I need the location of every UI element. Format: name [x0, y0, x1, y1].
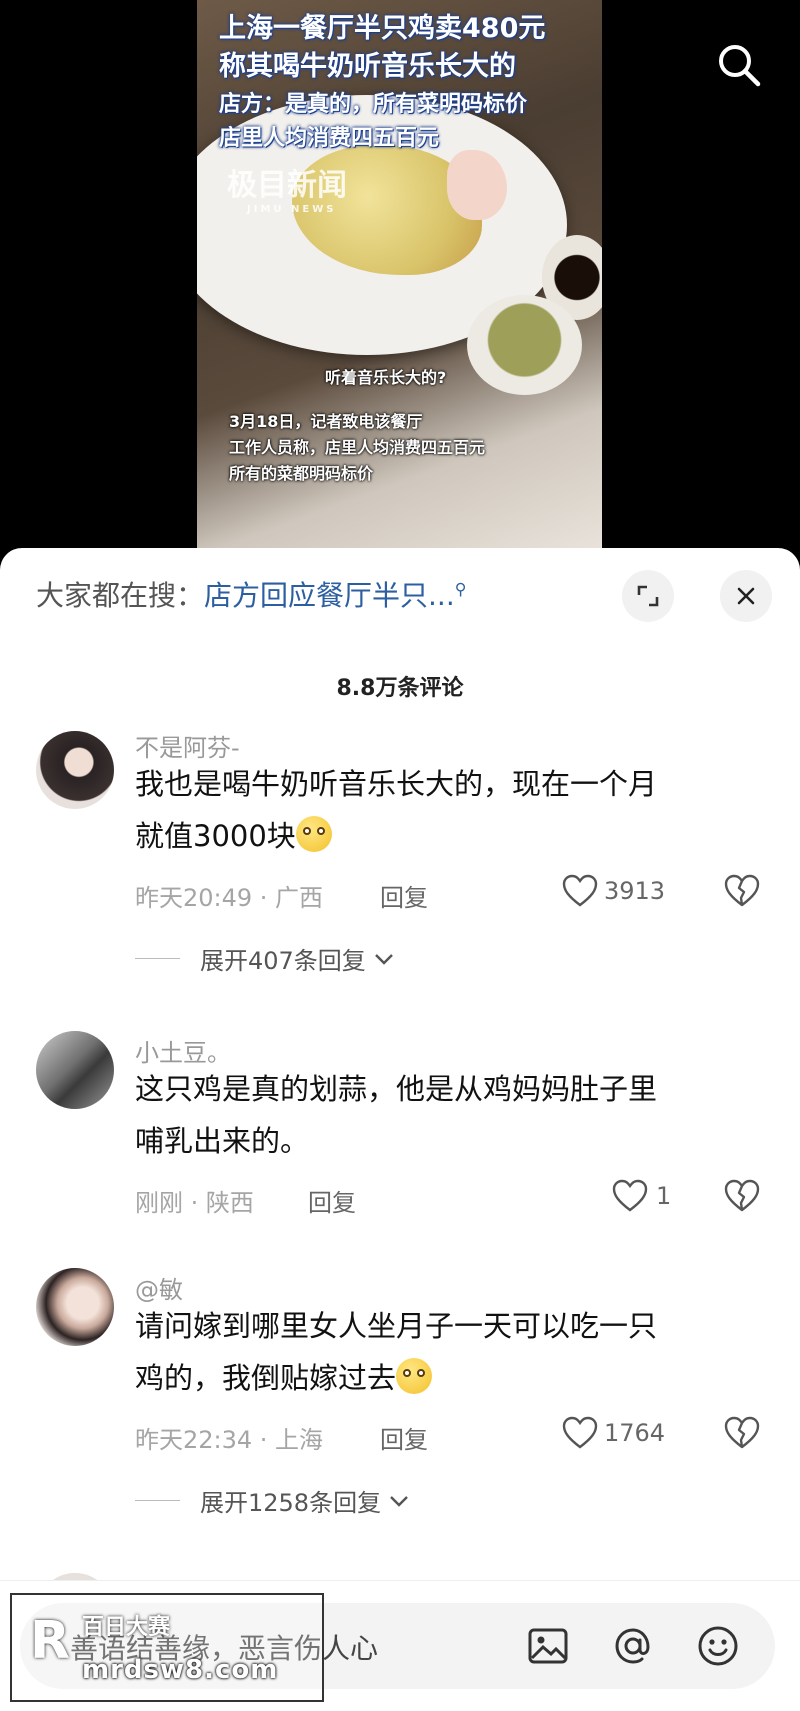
broken-heart-icon: [724, 1416, 760, 1449]
hot-search-query[interactable]: 店方回应餐厅半只...: [204, 579, 455, 612]
site-watermark-title: 百日大赛: [82, 1615, 171, 1640]
sauce-dish-green: [467, 295, 582, 395]
hot-search-prefix: 大家都在搜：: [36, 579, 205, 612]
divider-line: [135, 1500, 180, 1501]
expand-icon: [637, 585, 659, 607]
site-watermark-url: mrdsw8.com: [82, 1655, 279, 1685]
emoji-icon[interactable]: [695, 1623, 741, 1669]
dislike-button[interactable]: [724, 1416, 760, 1454]
dislike-button[interactable]: [724, 1179, 760, 1217]
chevron-down-icon: [390, 1495, 408, 1507]
broken-heart-icon: [724, 874, 760, 907]
avatar[interactable]: [36, 1031, 114, 1109]
at-icon[interactable]: [610, 1623, 656, 1669]
comment-text-line: 就值3000块: [135, 819, 296, 853]
reply-button[interactable]: 回复: [380, 1420, 428, 1455]
comment-text: 请问嫁到哪里女人坐月子一天可以吃一只 鸡的，我倒贴嫁过去: [135, 1300, 755, 1404]
expand-replies-button[interactable]: 展开407条回复: [135, 941, 396, 976]
like-button[interactable]: 1764: [562, 1416, 665, 1450]
flushed-emoji-icon: [396, 1358, 433, 1394]
comment-text-line: 哺乳出来的。: [135, 1124, 310, 1158]
close-icon: [737, 587, 755, 605]
video-subline-2: 店里人均消费四五百元: [219, 126, 440, 151]
comment-text-line: 鸡的，我倒贴嫁过去: [135, 1361, 397, 1395]
comment-text-line: 这只鸡是真的划蒜，他是从鸡妈妈肚子里: [135, 1072, 658, 1106]
jimu-news-watermark: 极目新闻 JIMU NEWS: [227, 160, 347, 215]
heart-icon: [562, 1416, 598, 1449]
like-button[interactable]: 1: [612, 1179, 671, 1213]
expand-button[interactable]: [622, 570, 674, 622]
reply-button[interactable]: 回复: [308, 1183, 356, 1218]
heart-icon: [612, 1179, 648, 1212]
comment-text: 我也是喝牛奶听音乐长大的，现在一个月 就值3000块: [135, 758, 755, 862]
close-button[interactable]: [720, 570, 772, 622]
smile-emoji-icon: [295, 816, 332, 852]
comment-text: 这只鸡是真的划蒜，他是从鸡妈妈肚子里 哺乳出来的。: [135, 1063, 755, 1167]
site-watermark-logo: R: [30, 1611, 71, 1671]
video-caption-1: 3月18日，记者致电该餐厅: [229, 412, 423, 431]
video-headline-2: 称其喝牛奶听音乐长大的: [219, 51, 516, 82]
comment-text-line: 请问嫁到哪里女人坐月子一天可以吃一只: [135, 1309, 658, 1343]
heart-icon: [562, 874, 598, 907]
image-icon[interactable]: [525, 1623, 571, 1669]
comment-meta: 刚刚 · 陕西: [135, 1189, 254, 1217]
video-frame[interactable]: 上海一餐厅半只鸡卖480元 称其喝牛奶听音乐长大的 店方：是真的，所有菜明码标价…: [197, 0, 602, 548]
dislike-button[interactable]: [724, 874, 760, 912]
like-count: 3913: [604, 877, 666, 905]
comment-meta: 昨天20:49 · 广西: [135, 884, 324, 912]
expand-replies-label: 展开407条回复: [200, 947, 366, 975]
comment-meta: 昨天22:34 · 上海: [135, 1426, 324, 1454]
expand-replies-button[interactable]: 展开1258条回复: [135, 1483, 411, 1518]
search-icon[interactable]: [714, 40, 764, 90]
comment-sheet: 大家都在搜：店方回应餐厅半只...⚲ 8.8万条评论 不是阿芬- 我也是喝牛奶听…: [0, 548, 800, 1710]
video-caption-2: 工作人员称，店里人均消费四五百元: [229, 438, 486, 457]
like-count: 1764: [604, 1419, 666, 1447]
avatar[interactable]: [36, 731, 114, 809]
video-headline-1: 上海一餐厅半只鸡卖480元: [219, 13, 546, 44]
video-subline-1: 店方：是真的，所有菜明码标价: [219, 92, 528, 117]
broken-heart-icon: [724, 1179, 760, 1212]
watermark-cn: 极目新闻: [227, 168, 347, 203]
search-small-icon: ⚲: [454, 579, 467, 599]
expand-replies-label: 展开1258条回复: [200, 1489, 382, 1517]
divider-line: [135, 958, 180, 959]
video-caption-question: 听着音乐长大的?: [325, 368, 447, 387]
like-count: 1: [656, 1182, 672, 1210]
comment-count: 8.8万条评论: [336, 676, 464, 701]
avatar[interactable]: [36, 1268, 114, 1346]
reply-button[interactable]: 回复: [380, 878, 428, 913]
chevron-down-icon: [374, 953, 393, 965]
watermark-en: JIMU NEWS: [247, 204, 337, 215]
hot-search-bar[interactable]: 大家都在搜：店方回应餐厅半只...⚲: [36, 574, 466, 614]
like-button[interactable]: 3913: [562, 874, 665, 908]
video-caption-3: 所有的菜都明码标价: [229, 464, 374, 483]
comment-text-line: 我也是喝牛奶听音乐长大的，现在一个月: [135, 767, 658, 801]
site-watermark: R 百日大赛 mrdsw8.com: [10, 1593, 324, 1702]
